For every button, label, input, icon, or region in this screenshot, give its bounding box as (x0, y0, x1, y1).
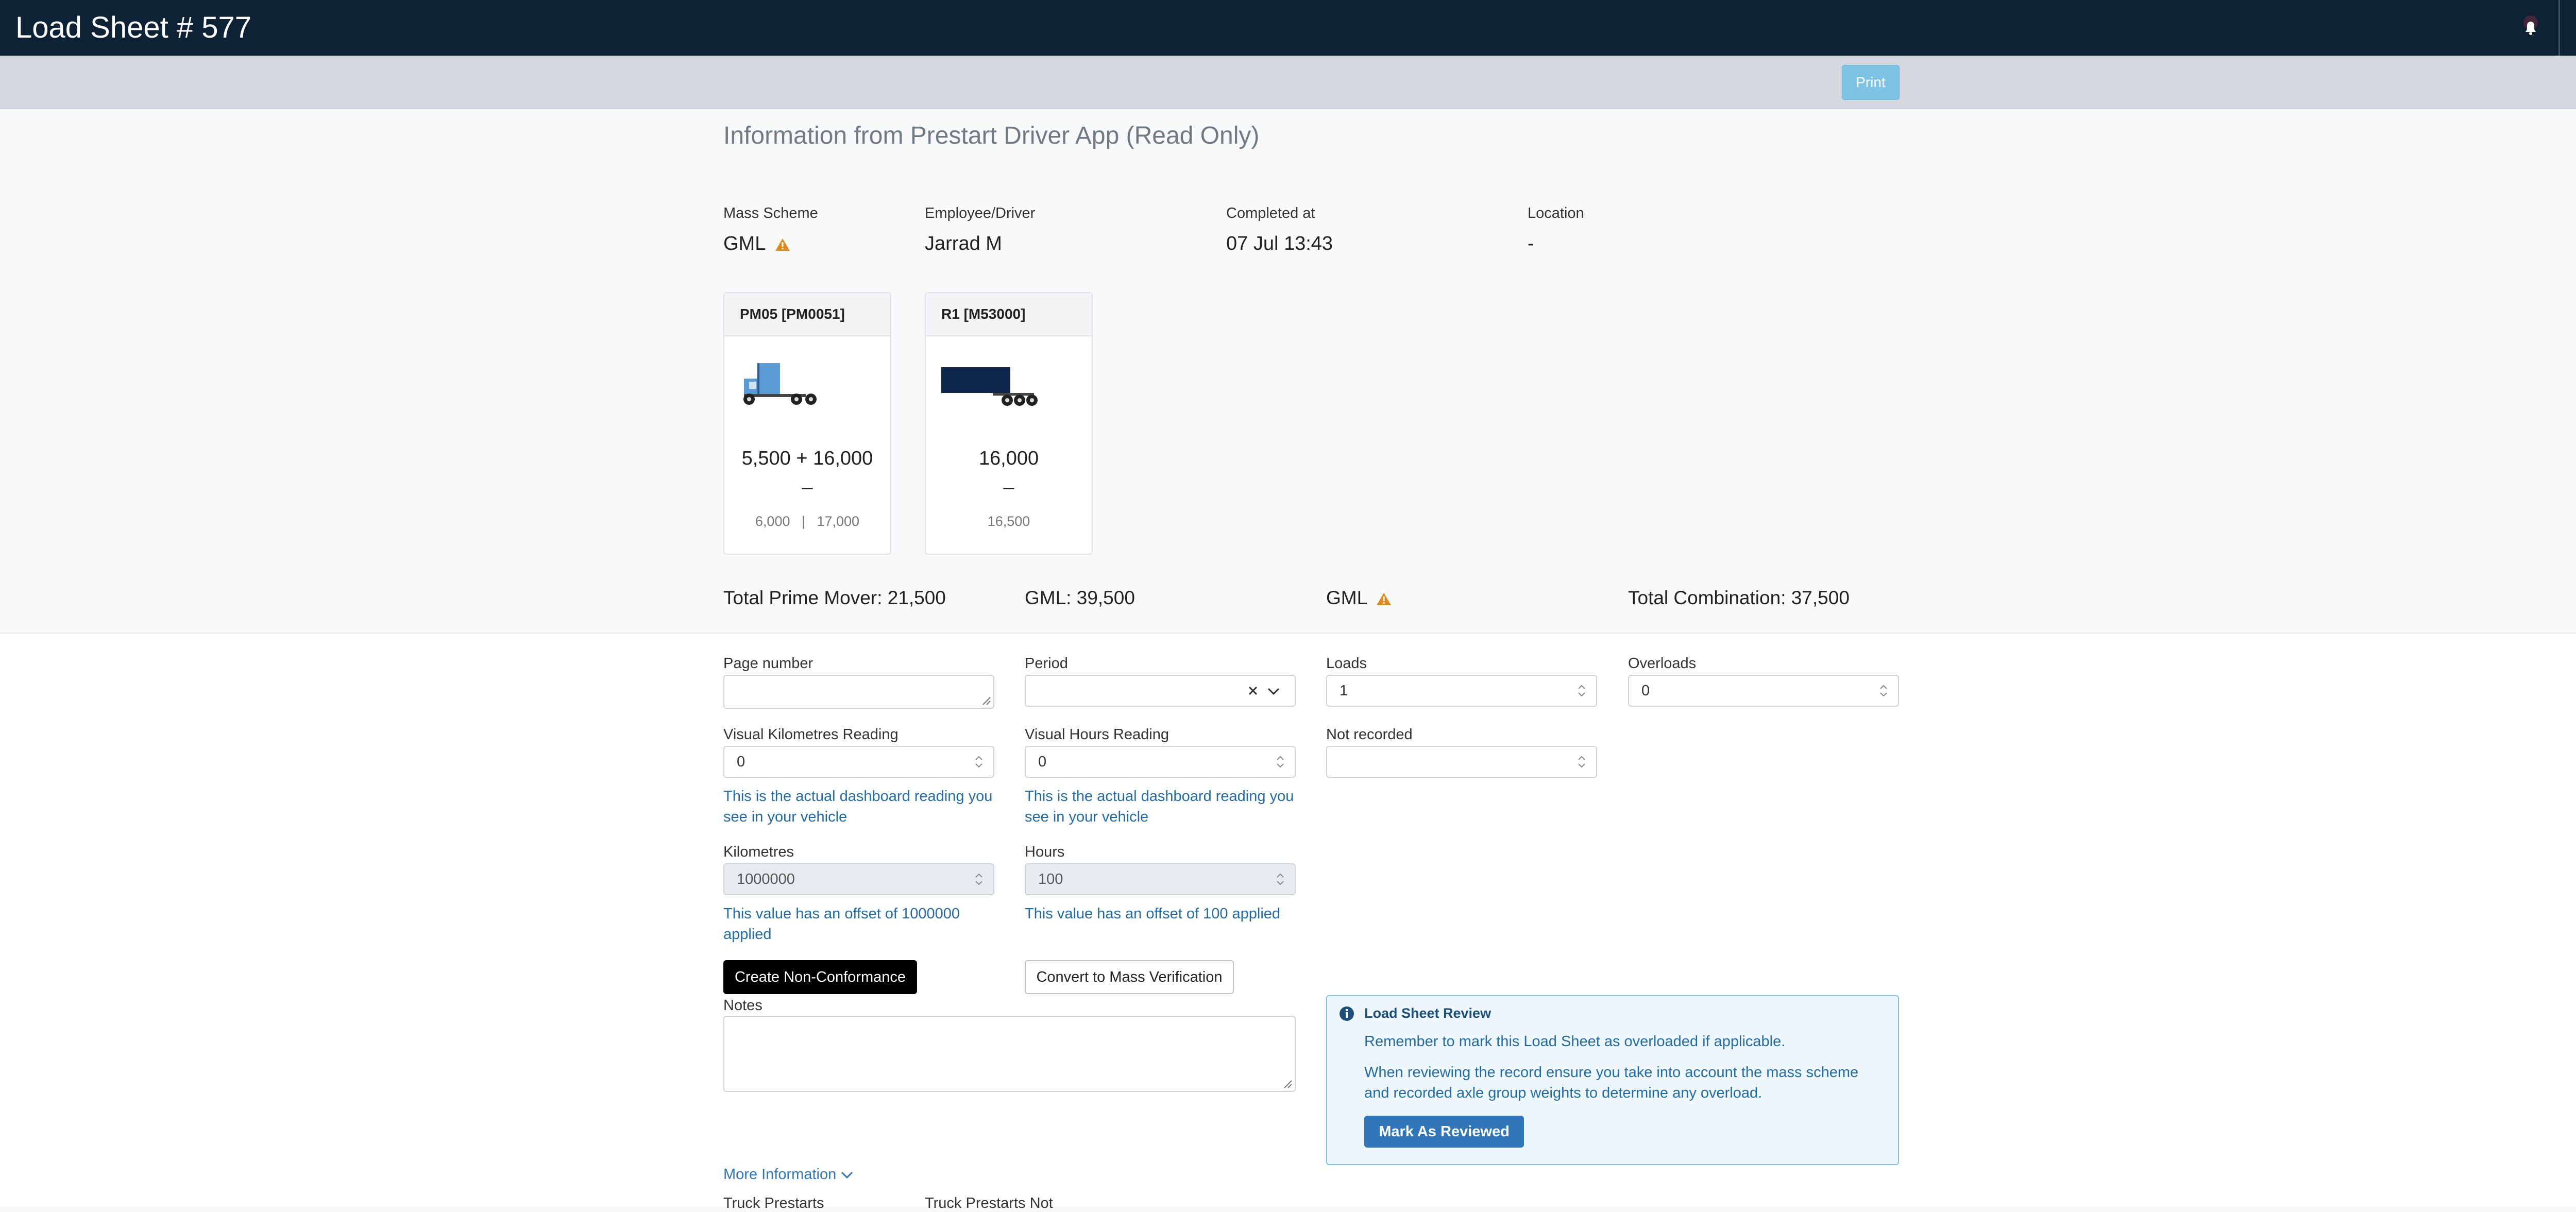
mass-scheme-text: GML (723, 233, 765, 254)
stepper-icon (975, 873, 982, 885)
vehicle-card-prime-mover: PM05 [PM0051] 5,500 + 16,000 – 6,000 | 1… (723, 292, 891, 555)
toolbar (0, 56, 2576, 109)
gml-total: GML: 39,500 (1025, 587, 1135, 608)
not-recorded-label: Not recorded (1326, 726, 1413, 743)
notes-textarea[interactable] (723, 1016, 1296, 1092)
vehicle-limits: 6,000 | 17,000 (755, 514, 860, 529)
stepper-icon[interactable] (1577, 754, 1587, 770)
stepper-icon (1277, 873, 1284, 885)
vehicle-card-trailer: R1 [M53000] 16,000 – 16,500 (925, 292, 1093, 555)
visual-km-label: Visual Kilometres Reading (723, 726, 899, 743)
review-reminder-text: Remember to mark this Load Sheet as over… (1364, 1033, 1786, 1050)
hours-value: 100 (1038, 871, 1063, 887)
print-button[interactable]: Print (1842, 65, 1900, 100)
loads-label: Loads (1326, 655, 1367, 672)
overloads-input[interactable]: 0 (1628, 675, 1899, 707)
hours-input: 100 (1025, 863, 1296, 895)
visual-km-help: This is the actual dashboard reading you… (723, 788, 993, 825)
period-select[interactable] (1025, 675, 1296, 707)
chevron-down-icon[interactable] (1267, 686, 1280, 696)
period-label: Period (1025, 655, 1068, 672)
total-prime-mover: Total Prime Mover: 21,500 (723, 587, 946, 608)
kilometres-value: 1000000 (737, 871, 795, 887)
overloads-label: Overloads (1628, 655, 1697, 672)
page-number-label: Page number (723, 655, 814, 672)
mass-scheme-label: Mass Scheme (723, 205, 818, 221)
prime-mover-truck-icon (743, 363, 817, 405)
section-heading: Information from Prestart Driver App (Re… (723, 122, 1260, 149)
kilometres-help: This value has an offset of 1000000 appl… (723, 906, 960, 943)
load-sheet-review-panel: Load Sheet Review Remember to mark this … (1326, 995, 1899, 1165)
page-title: Load Sheet # 577 (15, 11, 251, 44)
vehicle-weight: 5,500 + 16,000 (741, 448, 873, 469)
stepper-icon[interactable] (1275, 754, 1285, 770)
info-icon (1340, 1006, 1354, 1021)
vehicle-weight-dash: – (1003, 476, 1014, 498)
visual-km-input[interactable]: 0 (723, 746, 994, 778)
stepper-icon[interactable] (1577, 683, 1587, 698)
employee-value: Jarrad M (925, 233, 1002, 254)
header-divider (2558, 0, 2560, 56)
location-label: Location (1528, 205, 1584, 221)
hours-help: This value has an offset of 100 applied (1025, 906, 1281, 922)
mass-scheme-total-text: GML (1326, 587, 1367, 608)
vehicle-weight-dash: – (802, 476, 813, 498)
mark-as-reviewed-button[interactable]: Mark As Reviewed (1364, 1116, 1524, 1148)
not-recorded-input[interactable] (1326, 746, 1597, 778)
app-header: Load Sheet # 577 X (0, 0, 2576, 56)
kilometres-input: 1000000 (723, 863, 994, 895)
visual-hours-value: 0 (1038, 754, 1047, 770)
review-title: Load Sheet Review (1364, 1005, 1492, 1021)
overloads-value: 0 (1641, 682, 1650, 699)
visual-hours-help: This is the actual dashboard reading you… (1025, 788, 1294, 825)
hours-label: Hours (1025, 844, 1065, 860)
review-instructions-text: When reviewing the record ensure you tak… (1364, 1064, 1859, 1101)
loads-input[interactable]: 1 (1326, 675, 1597, 707)
truck-prestarts-not-label: Truck Prestarts Not (925, 1195, 1053, 1211)
vehicle-limits: 16,500 (987, 514, 1030, 529)
visual-hours-label: Visual Hours Reading (1025, 726, 1169, 743)
convert-mass-verification-button[interactable]: Convert to Mass Verification (1025, 960, 1234, 994)
page-number-input[interactable] (723, 675, 994, 709)
stepper-icon[interactable] (974, 754, 984, 770)
clear-icon[interactable] (1247, 685, 1259, 696)
chevron-down-icon (841, 1172, 853, 1179)
completed-at-label: Completed at (1226, 205, 1315, 221)
visual-km-value: 0 (737, 754, 745, 770)
more-information-toggle[interactable]: More Information (723, 1166, 854, 1183)
loads-value: 1 (1340, 682, 1348, 699)
warning-icon (775, 238, 790, 251)
truck-prestarts-label: Truck Prestarts (723, 1195, 824, 1211)
mass-scheme-value: GML (723, 233, 790, 255)
location-value: - (1528, 233, 1534, 254)
completed-at-value: 07 Jul 13:43 (1226, 233, 1333, 254)
resize-handle-icon[interactable] (980, 694, 991, 706)
create-non-conformance-button[interactable]: Create Non-Conformance (723, 960, 917, 994)
bell-icon[interactable] (2518, 15, 2543, 40)
read-only-section (0, 109, 2576, 633)
resize-handle-icon[interactable] (1281, 1078, 1293, 1089)
vehicle-card-title: R1 [M53000] (926, 293, 1092, 336)
trailer-icon (941, 367, 1038, 406)
mass-scheme-total: GML (1326, 587, 1392, 609)
warning-icon (1377, 593, 1392, 606)
stepper-icon[interactable] (1878, 683, 1889, 698)
notes-label: Notes (723, 997, 762, 1014)
more-information-label: More Information (723, 1166, 837, 1183)
total-combination: Total Combination: 37,500 (1628, 587, 1850, 608)
kilometres-label: Kilometres (723, 844, 794, 860)
visual-hours-input[interactable]: 0 (1025, 746, 1296, 778)
vehicle-weight: 16,000 (978, 448, 1039, 469)
employee-label: Employee/Driver (925, 205, 1036, 221)
vehicle-card-title: PM05 [PM0051] (724, 293, 890, 336)
